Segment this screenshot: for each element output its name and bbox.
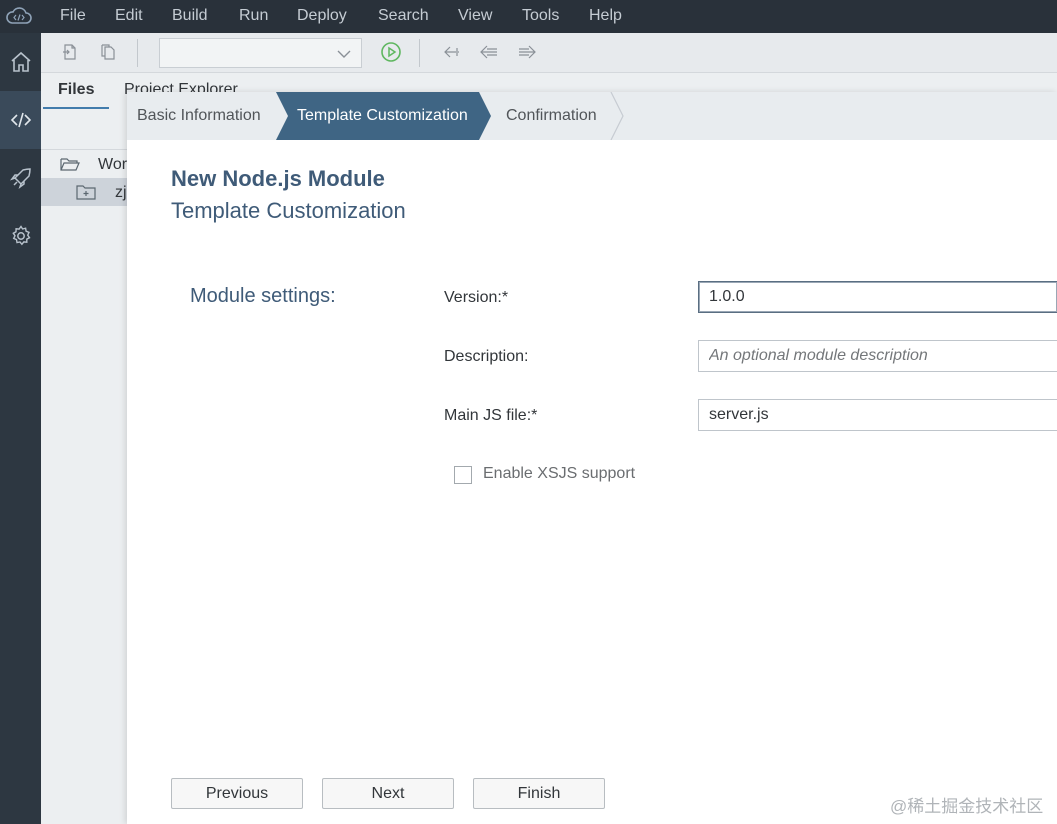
new-file-icon[interactable] [59,41,81,63]
cloud-logo-icon[interactable] [4,4,34,28]
finish-button[interactable]: Finish [473,778,605,809]
enable-xsjs-label[interactable]: Enable XSJS support [483,465,635,483]
menu-edit[interactable]: Edit [115,7,143,25]
description-label: Description: [444,348,529,365]
next-button[interactable]: Next [322,778,454,809]
step-basic-information[interactable]: Basic Information [137,107,261,125]
previous-button[interactable]: Previous [171,778,303,809]
run-icon[interactable] [380,41,402,63]
menu-build[interactable]: Build [172,7,208,25]
activity-bar [0,33,41,824]
active-tab-indicator [43,107,109,109]
back-to-edit-icon[interactable] [440,41,462,63]
back-arrow-icon[interactable] [478,41,500,63]
toolbar-separator [419,39,420,67]
tree-item-label: zj [115,184,127,201]
new-module-wizard-dialog: Basic Information Template Customization… [127,92,1057,824]
tree-item-label: Wor [98,156,128,173]
gear-icon [11,225,31,246]
copy-file-icon[interactable] [97,41,119,63]
menu-view[interactable]: View [458,7,492,25]
menu-bar: File Edit Build Run Deploy Search View T… [0,0,1057,33]
wizard-steps: Basic Information Template Customization… [127,92,1057,140]
run-configuration-select[interactable] [159,38,362,68]
enable-xsjs-checkbox[interactable] [454,466,472,484]
home-icon [10,51,31,72]
dialog-title: New Node.js Module [171,166,385,191]
toolbar-separator [137,39,138,67]
module-settings-label: Module settings: [190,285,336,307]
activity-deploy[interactable] [0,149,41,207]
menu-deploy[interactable]: Deploy [297,7,347,25]
code-icon [10,112,31,128]
chevron-down-icon [337,47,351,65]
rocket-icon [9,168,31,190]
version-label: Version:* [444,289,509,306]
menu-help[interactable]: Help [589,7,622,25]
step-confirmation[interactable]: Confirmation [506,107,597,125]
watermark: @稀土掘金技术社区 [890,797,1044,816]
activity-home[interactable] [0,33,41,91]
dialog-subtitle: Template Customization [171,198,406,223]
folder-open-icon [60,158,80,171]
description-input[interactable] [698,340,1057,372]
activity-settings[interactable] [0,207,41,265]
activity-development[interactable] [0,91,41,149]
module-folder-icon [76,185,96,200]
menu-tools[interactable]: Tools [522,7,559,25]
step-template-customization[interactable]: Template Customization [297,107,468,125]
tab-files[interactable]: Files [58,81,94,99]
menu-run[interactable]: Run [239,7,268,25]
toolbar [41,33,1057,73]
forward-arrow-icon[interactable] [516,41,538,63]
menu-file[interactable]: File [60,7,86,25]
main-js-file-input[interactable] [698,399,1057,431]
main-js-file-label: Main JS file:* [444,407,538,424]
version-input[interactable] [698,281,1057,313]
menu-search[interactable]: Search [378,7,429,25]
